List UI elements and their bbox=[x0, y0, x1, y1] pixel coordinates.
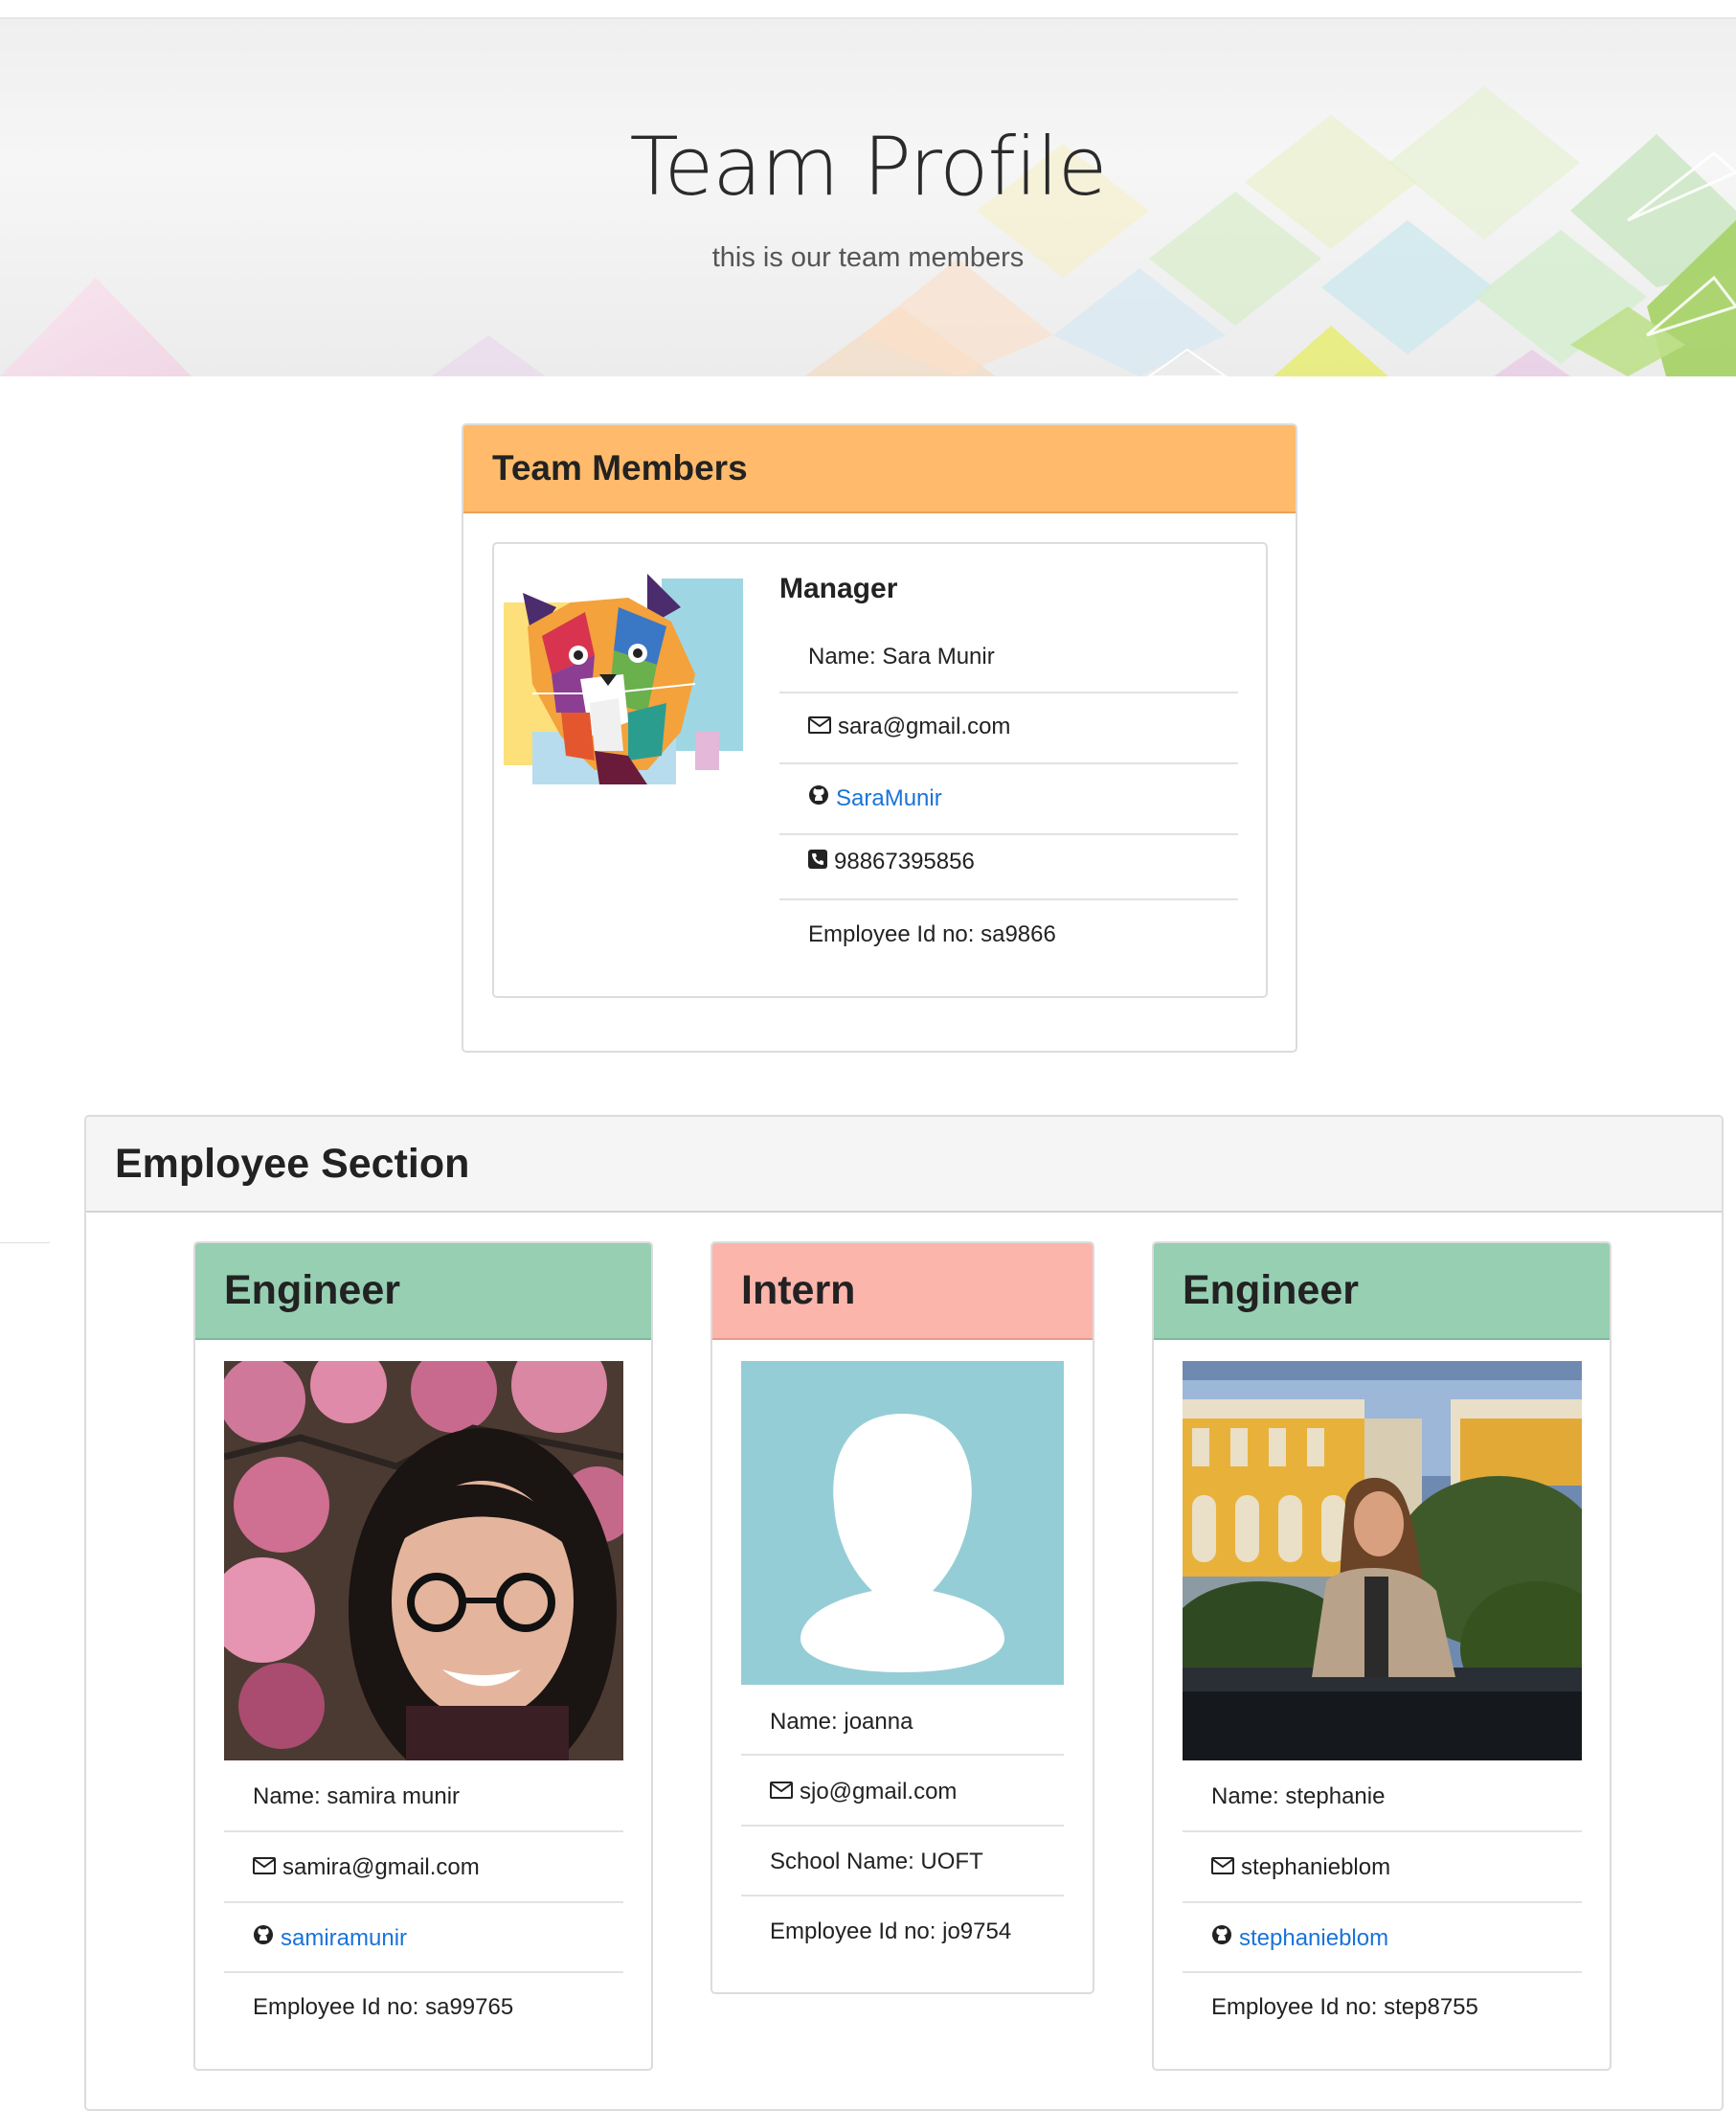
employee-name: Name: joanna bbox=[770, 1709, 913, 1735]
divider bbox=[224, 1830, 623, 1832]
employee-school: School Name: UOFT bbox=[770, 1849, 983, 1874]
top-border bbox=[0, 0, 1736, 19]
employee-email[interactable]: samira@gmail.com bbox=[253, 1854, 480, 1881]
divider bbox=[1183, 1830, 1582, 1832]
divider bbox=[741, 1895, 1064, 1896]
github-icon bbox=[808, 784, 829, 812]
page-title: Team Profile bbox=[629, 120, 1108, 214]
employee-name: Name: samira munir bbox=[253, 1783, 461, 1809]
envelope-icon bbox=[770, 1779, 793, 1805]
employee-role-title: Engineer bbox=[1183, 1267, 1359, 1313]
envelope-icon bbox=[1211, 1854, 1234, 1881]
divider bbox=[1183, 1901, 1582, 1903]
employee-id: Employee Id no: jo9754 bbox=[770, 1918, 1012, 1944]
employee-section-header: Employee Section bbox=[86, 1117, 1722, 1213]
manager-avatar-image bbox=[504, 574, 743, 784]
employee-role-title: Engineer bbox=[224, 1267, 400, 1313]
github-icon bbox=[1211, 1924, 1232, 1952]
employee-name: Name: stephanie bbox=[1211, 1783, 1386, 1809]
employee-photo bbox=[224, 1361, 623, 1760]
divider bbox=[779, 692, 1238, 693]
divider bbox=[779, 762, 1238, 764]
employee-section-title: Employee Section bbox=[115, 1140, 470, 1187]
divider bbox=[224, 1901, 623, 1903]
avatar-placeholder-icon bbox=[741, 1361, 1064, 1685]
employee-card-header: Engineer bbox=[195, 1243, 651, 1340]
employee-github-link[interactable]: samiramunir bbox=[253, 1924, 407, 1952]
github-icon bbox=[253, 1924, 274, 1952]
employee-id: Employee Id no: step8755 bbox=[1211, 1994, 1478, 2020]
envelope-icon bbox=[253, 1854, 276, 1881]
divider bbox=[224, 1971, 623, 1973]
employee-github-link[interactable]: stephanieblom bbox=[1211, 1924, 1388, 1952]
manager-role-title: Manager bbox=[779, 573, 898, 604]
employee-card-header: Engineer bbox=[1154, 1243, 1610, 1340]
divider bbox=[779, 833, 1238, 835]
envelope-icon bbox=[808, 714, 831, 740]
team-members-title: Team Members bbox=[492, 448, 748, 488]
team-members-header: Team Members bbox=[463, 425, 1296, 513]
employee-email[interactable]: sjo@gmail.com bbox=[770, 1779, 957, 1805]
employee-email[interactable]: stephanieblom bbox=[1211, 1854, 1390, 1881]
employee-id: Employee Id no: sa99765 bbox=[253, 1994, 514, 2020]
manager-name: Name: Sara Munir bbox=[808, 644, 995, 670]
divider bbox=[779, 898, 1238, 900]
divider bbox=[0, 1242, 50, 1243]
divider bbox=[741, 1754, 1064, 1756]
divider bbox=[741, 1825, 1064, 1827]
divider bbox=[1183, 1971, 1582, 1973]
employee-photo bbox=[1183, 1361, 1582, 1760]
hero-banner: Team Profile this is our team members bbox=[0, 19, 1736, 376]
manager-github-link[interactable]: SaraMunir bbox=[808, 784, 942, 812]
employee-card-header: Intern bbox=[712, 1243, 1093, 1340]
manager-email[interactable]: sara@gmail.com bbox=[808, 714, 1010, 740]
page-subtitle: this is our team members bbox=[711, 242, 1025, 273]
employee-photo bbox=[741, 1361, 1064, 1685]
phone-icon bbox=[808, 849, 827, 875]
employee-role-title: Intern bbox=[741, 1267, 856, 1313]
manager-employee-id: Employee Id no: sa9866 bbox=[808, 921, 1056, 947]
manager-phone: 98867395856 bbox=[808, 849, 975, 875]
